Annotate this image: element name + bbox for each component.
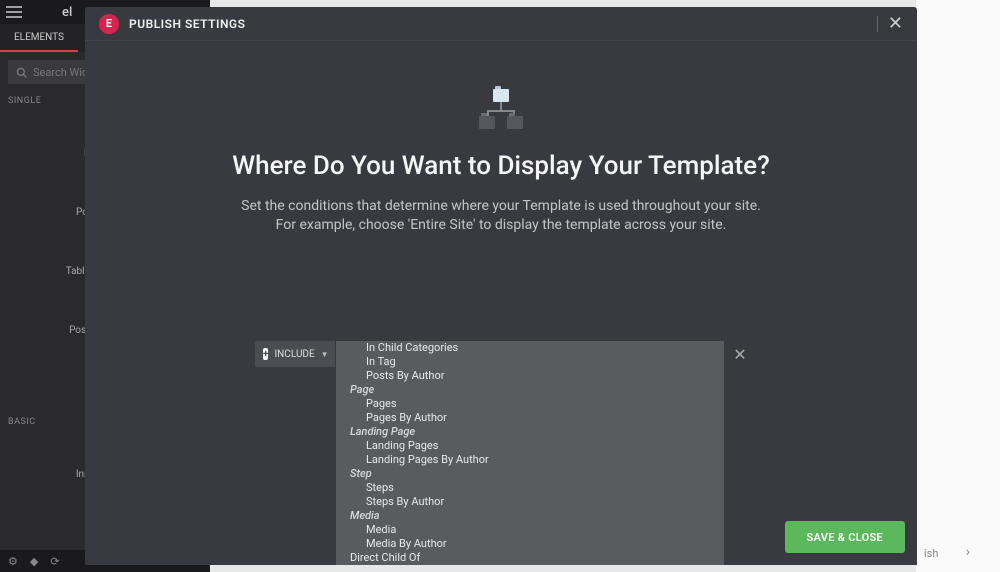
elementor-brand-icon: E — [99, 14, 119, 34]
dropdown-option[interactable]: In Child Categories — [336, 341, 724, 355]
plus-icon: + — [263, 348, 268, 360]
include-label: INCLUDE — [274, 349, 314, 360]
close-icon[interactable]: ✕ — [888, 15, 903, 33]
dropdown-option[interactable]: Media By Author — [336, 537, 724, 551]
dropdown-option[interactable]: Media — [336, 523, 724, 537]
dropdown-option: Page — [336, 383, 724, 397]
dropdown-option[interactable]: Posts By Author — [336, 369, 724, 383]
divider — [877, 16, 878, 32]
publish-settings-modal: E PUBLISH SETTINGS ✕ Where Do You Want t… — [85, 7, 917, 565]
dropdown-option: Landing Page — [336, 425, 724, 439]
dropdown-option: Step — [336, 467, 724, 481]
dropdown-option[interactable]: Pages By Author — [336, 411, 724, 425]
modal-header-actions: ✕ — [877, 15, 903, 33]
search-icon — [16, 67, 27, 78]
modal-header: E PUBLISH SETTINGS ✕ — [85, 7, 917, 41]
condition-dropdown[interactable]: In Child CategoriesIn TagPosts By Author… — [336, 341, 724, 565]
history-icon[interactable]: ⟳ — [50, 555, 59, 568]
modal-body: Where Do You Want to Display Your Templa… — [85, 41, 917, 565]
conditions-illustration — [479, 89, 523, 129]
settings-icon[interactable]: ⚙ — [8, 555, 18, 568]
dropdown-option: Media — [336, 509, 724, 523]
editor-title: el — [62, 5, 72, 20]
tab-elements[interactable]: ELEMENTS — [0, 24, 78, 52]
right-background: ish › — [916, 0, 1000, 572]
chevron-right-icon[interactable]: › — [966, 544, 970, 560]
dropdown-option[interactable]: Landing Pages By Author — [336, 453, 724, 467]
dropdown-option[interactable]: Landing Pages — [336, 439, 724, 453]
publish-partial: ish — [924, 547, 938, 560]
modal-title: PUBLISH SETTINGS — [129, 17, 245, 31]
dropdown-option[interactable]: Steps — [336, 481, 724, 495]
include-exclude-select[interactable]: + INCLUDE ▼ — [255, 341, 335, 367]
dropdown-option[interactable]: Steps By Author — [336, 495, 724, 509]
dropdown-option[interactable]: Pages — [336, 397, 724, 411]
dropdown-option[interactable]: In Tag — [336, 355, 724, 369]
modal-subtext: Set the conditions that determine where … — [85, 197, 917, 235]
save-and-close-button[interactable]: SAVE & CLOSE — [785, 521, 905, 553]
hamburger-icon[interactable] — [6, 6, 22, 18]
dropdown-option[interactable]: Direct Child Of — [336, 551, 724, 565]
chevron-down-icon: ▼ — [321, 350, 329, 359]
remove-condition-icon[interactable]: ✕ — [731, 345, 749, 363]
modal-heading: Where Do You Want to Display Your Templa… — [85, 151, 917, 181]
layers-icon[interactable]: ◆ — [30, 555, 38, 568]
